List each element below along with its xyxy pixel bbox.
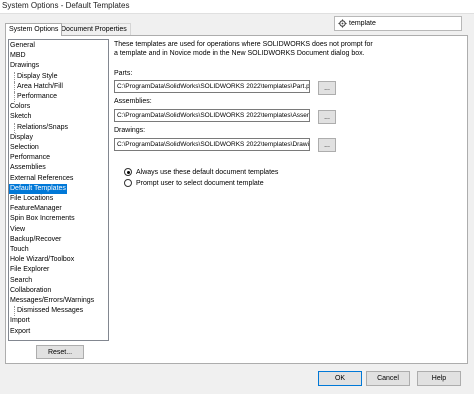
window-title: System Options - Default Templates <box>2 1 130 10</box>
tree-item-label: Spin Box Increments <box>10 215 75 223</box>
tree-item-label: Import <box>10 317 30 325</box>
tree-item[interactable]: Backup/Recover <box>9 235 62 245</box>
gear-icon <box>338 19 347 30</box>
search-box[interactable] <box>334 16 462 31</box>
prompt-user-radio[interactable] <box>124 179 132 187</box>
assemblies-browse-button[interactable]: ... <box>318 110 336 124</box>
tab-document-properties[interactable]: Document Properties <box>57 23 131 35</box>
tree-item[interactable]: Performance <box>9 153 51 163</box>
tree-item-label: Selection <box>10 144 39 151</box>
cancel-button[interactable]: Cancel <box>366 371 410 386</box>
tree-item-label: Performance <box>17 93 58 100</box>
tree-item[interactable]: Default Templates <box>9 183 67 194</box>
tree-item[interactable]: MBD <box>9 51 27 61</box>
tree-item[interactable]: General <box>9 41 36 51</box>
tree-item[interactable]: File Locations <box>9 194 54 204</box>
tree-item[interactable]: Hole Wizard/Toolbox <box>9 255 75 265</box>
tree-connector <box>14 71 15 82</box>
tree-connector <box>14 81 15 92</box>
tree-item-label: Drawings <box>10 62 40 70</box>
tree-item[interactable]: Selection <box>9 143 40 153</box>
tree-item-label: Area Hatch/Fill <box>17 82 63 90</box>
parts-template-field[interactable]: C:\ProgramData\SolidWorks\SOLIDWORKS 202… <box>114 80 310 93</box>
tree-item[interactable]: Messages/Errors/Warnings <box>9 296 95 306</box>
tree-item-label: File Explorer <box>10 266 50 274</box>
tree-item[interactable]: Drawings <box>9 61 40 71</box>
tree-item[interactable]: Import <box>9 316 31 326</box>
drawings-browse-button[interactable]: ... <box>318 138 336 152</box>
drawings-template-field[interactable]: C:\ProgramData\SolidWorks\SOLIDWORKS 202… <box>114 138 310 151</box>
prompt-user-option[interactable]: Prompt user to select document template <box>124 178 264 188</box>
tree-item-label: Relations/Snaps <box>17 123 68 131</box>
tree-item-label: Assemblies <box>10 164 46 172</box>
tree-item-label: FeatureManager <box>10 205 62 213</box>
tree-item[interactable]: Display Style <box>13 71 58 82</box>
templates-description: These templates are used for operations … <box>114 41 373 57</box>
tree-item-label: Default Templates <box>10 184 66 192</box>
tree-item-label: Display Style <box>17 72 58 80</box>
tree-item[interactable]: File Explorer <box>9 265 50 275</box>
tree-item-label: Dismissed Messages <box>17 307 84 315</box>
tree-item[interactable]: Assemblies <box>9 163 47 173</box>
assemblies-label: Assemblies: <box>114 98 152 105</box>
tree-item-label: Messages/Errors/Warnings <box>10 297 95 304</box>
tree-item-label: Sketch <box>10 113 32 121</box>
tree-item-label: Backup/Recover <box>10 235 62 243</box>
drawings-label: Drawings: <box>114 127 146 134</box>
tree-connector <box>14 92 15 102</box>
tree-item-label: Collaboration <box>10 286 52 294</box>
assemblies-template-field[interactable]: C:\ProgramData\SolidWorks\SOLIDWORKS 202… <box>114 109 310 122</box>
title-bar: System Options - Default Templates <box>0 0 474 14</box>
tree-connector <box>14 122 15 133</box>
tree-item-label: Export <box>10 327 31 335</box>
options-panel: General MBD Drawings Display Style Area Hatc… <box>5 35 468 364</box>
tree-item[interactable]: Collaboration <box>9 286 52 296</box>
tree-item[interactable]: Export <box>9 327 31 337</box>
tree-item-label: Hole Wizard/Toolbox <box>10 256 75 264</box>
tree-item[interactable]: Dismissed Messages <box>13 306 84 317</box>
parts-label: Parts: <box>114 70 133 77</box>
tree-item[interactable]: Colors <box>9 102 31 112</box>
reset-button[interactable]: Reset... <box>36 345 84 359</box>
ok-button[interactable]: OK <box>318 371 362 386</box>
tree-item[interactable]: FeatureManager <box>9 204 63 214</box>
help-button[interactable]: Help <box>417 371 461 386</box>
tree-item-label: File Locations <box>10 195 54 202</box>
tree-item[interactable]: Display <box>9 133 34 143</box>
options-tree[interactable]: General MBD Drawings Display Style Area Hatc… <box>8 39 109 341</box>
tree-item[interactable]: Spin Box Increments <box>9 214 76 224</box>
tab-system-options[interactable]: System Options <box>5 23 63 36</box>
always-use-defaults-radio[interactable] <box>124 168 132 176</box>
tree-item-label: Performance <box>10 154 51 162</box>
tree-item[interactable]: Search <box>9 276 33 286</box>
tree-item-label: External References <box>10 174 74 182</box>
tree-item-label: General <box>10 42 35 49</box>
tree-item-label: Colors <box>10 103 31 111</box>
tree-connector <box>14 306 15 317</box>
search-input[interactable] <box>349 18 459 29</box>
tree-item-label: Touch <box>10 246 29 253</box>
always-use-defaults-label: Always use these default document templa… <box>136 168 279 176</box>
tree-item[interactable]: External References <box>9 174 74 184</box>
tree-item-label: Search <box>10 276 33 284</box>
tree-item[interactable]: Touch <box>9 245 30 255</box>
parts-browse-button[interactable]: ... <box>318 81 336 95</box>
tree-item[interactable]: Area Hatch/Fill <box>13 81 64 92</box>
tree-item[interactable]: Relations/Snaps <box>13 122 69 133</box>
tree-item[interactable]: View <box>9 225 26 235</box>
tree-item-label: View <box>10 225 26 233</box>
tree-item[interactable]: Performance <box>13 92 58 102</box>
tree-item[interactable]: Sketch <box>9 112 32 122</box>
tree-item-label: Display <box>10 133 33 141</box>
always-use-defaults-option[interactable]: Always use these default document templa… <box>124 167 278 177</box>
tree-item-label: MBD <box>10 52 26 60</box>
prompt-user-label: Prompt user to select document template <box>136 179 264 187</box>
